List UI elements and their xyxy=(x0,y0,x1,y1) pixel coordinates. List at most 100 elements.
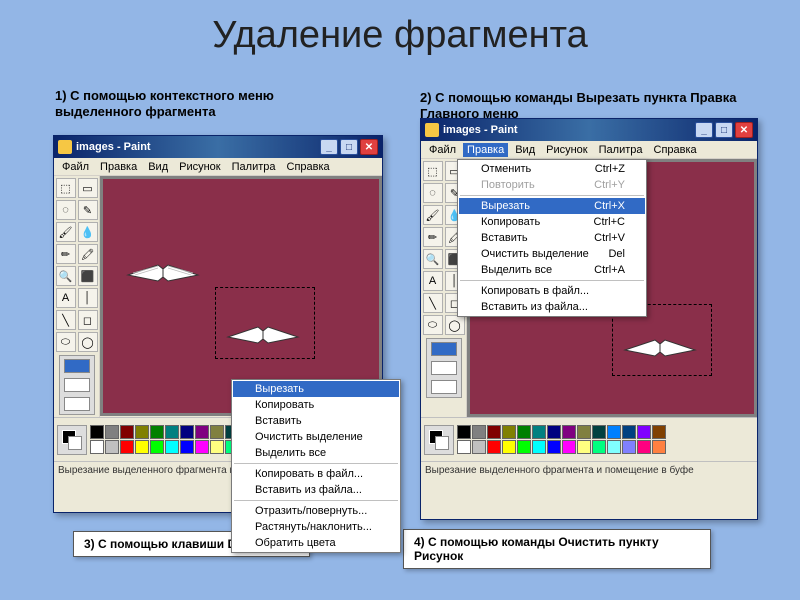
color-swatch[interactable] xyxy=(150,440,164,454)
menu-item[interactable]: Отразить/повернуть... xyxy=(233,503,399,519)
color-swatch[interactable] xyxy=(517,440,531,454)
tool-button[interactable]: ◯ xyxy=(445,315,465,335)
canvas[interactable]: ВырезатьКопироватьВставитьОчистить выдел… xyxy=(103,179,379,413)
menu-item[interactable]: Вставить xyxy=(233,413,399,429)
titlebar[interactable]: images - Paint _ □ ✕ xyxy=(54,136,382,158)
menu-file[interactable]: Файл xyxy=(58,160,93,174)
color-swatch[interactable] xyxy=(517,425,531,439)
color-swatch[interactable] xyxy=(562,440,576,454)
color-swatch[interactable] xyxy=(592,425,606,439)
tool-button[interactable]: ⬭ xyxy=(423,315,443,335)
color-swatch[interactable] xyxy=(652,425,666,439)
tool-button[interactable]: 🔍 xyxy=(423,249,443,269)
color-swatch[interactable] xyxy=(120,425,134,439)
maximize-button[interactable]: □ xyxy=(340,139,358,155)
color-swatch[interactable] xyxy=(487,440,501,454)
close-button[interactable]: ✕ xyxy=(735,122,753,138)
color-swatch[interactable] xyxy=(135,440,149,454)
color-swatch[interactable] xyxy=(457,440,471,454)
menu-image[interactable]: Рисунок xyxy=(175,160,225,174)
color-swatch[interactable] xyxy=(180,425,194,439)
tool-button[interactable]: ◻ xyxy=(78,310,98,330)
menu-item[interactable]: КопироватьCtrl+C xyxy=(459,214,645,230)
color-swatch[interactable] xyxy=(210,425,224,439)
menu-item[interactable]: Копировать в файл... xyxy=(233,466,399,482)
tool-button[interactable]: ◌ xyxy=(423,183,443,203)
menu-item[interactable]: Очистить выделениеDel xyxy=(459,246,645,262)
color-swatch[interactable] xyxy=(135,425,149,439)
menu-item[interactable]: Вставить из файла... xyxy=(233,482,399,498)
color-swatch[interactable] xyxy=(195,425,209,439)
color-swatch[interactable] xyxy=(547,440,561,454)
color-swatch[interactable] xyxy=(457,425,471,439)
fg-bg-selector[interactable] xyxy=(57,425,87,455)
menu-help[interactable]: Справка xyxy=(650,143,701,157)
color-swatch[interactable] xyxy=(607,440,621,454)
color-swatch[interactable] xyxy=(547,425,561,439)
color-swatch[interactable] xyxy=(637,440,651,454)
tool-button[interactable]: ▭ xyxy=(78,178,98,198)
minimize-button[interactable]: _ xyxy=(320,139,338,155)
tool-options[interactable] xyxy=(59,355,95,415)
menu-item[interactable]: Выделить всеCtrl+A xyxy=(459,262,645,278)
tool-button[interactable]: │ xyxy=(78,288,98,308)
tool-button[interactable]: ✏ xyxy=(423,227,443,247)
menu-item[interactable]: ВырезатьCtrl+X xyxy=(459,198,645,214)
menu-view[interactable]: Вид xyxy=(144,160,172,174)
tool-button[interactable]: ✏ xyxy=(56,244,76,264)
tool-button[interactable]: ⬚ xyxy=(56,178,76,198)
close-button[interactable]: ✕ xyxy=(360,139,378,155)
color-swatch[interactable] xyxy=(472,440,486,454)
color-swatch[interactable] xyxy=(622,425,636,439)
menu-item[interactable]: ОтменитьCtrl+Z xyxy=(459,161,645,177)
color-swatch[interactable] xyxy=(502,440,516,454)
tool-button[interactable]: ⬭ xyxy=(56,332,76,352)
tool-button[interactable]: 🖌 xyxy=(423,205,443,225)
color-swatch[interactable] xyxy=(592,440,606,454)
menu-file[interactable]: Файл xyxy=(425,143,460,157)
color-swatch[interactable] xyxy=(90,440,104,454)
color-swatch[interactable] xyxy=(195,440,209,454)
color-swatch[interactable] xyxy=(562,425,576,439)
tool-button[interactable]: ✎ xyxy=(78,200,98,220)
tool-button[interactable]: 🖌 xyxy=(56,222,76,242)
maximize-button[interactable]: □ xyxy=(715,122,733,138)
color-swatch[interactable] xyxy=(105,440,119,454)
tool-button[interactable]: ⬛ xyxy=(78,266,98,286)
menu-edit[interactable]: Правка xyxy=(96,160,141,174)
color-swatch[interactable] xyxy=(532,425,546,439)
tool-button[interactable]: ◌ xyxy=(56,200,76,220)
menu-item[interactable]: Выделить все xyxy=(233,445,399,461)
menu-item[interactable]: Копировать в файл... xyxy=(459,283,645,299)
tool-button[interactable]: 🔍 xyxy=(56,266,76,286)
menu-help[interactable]: Справка xyxy=(283,160,334,174)
menu-item[interactable]: Вставить из файла... xyxy=(459,299,645,315)
tool-button[interactable]: ◯ xyxy=(78,332,98,352)
menu-item[interactable]: Вырезать xyxy=(233,381,399,397)
color-swatch[interactable] xyxy=(652,440,666,454)
color-swatch[interactable] xyxy=(180,440,194,454)
menu-edit[interactable]: Правка xyxy=(463,143,508,157)
menu-item[interactable]: Растянуть/наклонить... xyxy=(233,519,399,535)
fg-bg-selector[interactable] xyxy=(424,425,454,455)
color-swatch[interactable] xyxy=(622,440,636,454)
color-swatch[interactable] xyxy=(502,425,516,439)
tool-button[interactable]: 🖍 xyxy=(78,244,98,264)
menu-item[interactable]: ВставитьCtrl+V xyxy=(459,230,645,246)
color-swatch[interactable] xyxy=(210,440,224,454)
color-swatch[interactable] xyxy=(607,425,621,439)
menu-view[interactable]: Вид xyxy=(511,143,539,157)
color-swatch[interactable] xyxy=(90,425,104,439)
menu-item[interactable]: Обратить цвета xyxy=(233,535,399,551)
color-swatch[interactable] xyxy=(150,425,164,439)
menu-palette[interactable]: Палитра xyxy=(595,143,647,157)
canvas-area[interactable]: ВырезатьКопироватьВставитьОчистить выдел… xyxy=(100,176,382,416)
color-swatch[interactable] xyxy=(577,440,591,454)
menu-item[interactable]: Копировать xyxy=(233,397,399,413)
color-swatch[interactable] xyxy=(532,440,546,454)
tool-button[interactable]: ⬚ xyxy=(423,161,443,181)
tool-button[interactable]: A xyxy=(423,271,443,291)
color-swatch[interactable] xyxy=(487,425,501,439)
color-swatch[interactable] xyxy=(472,425,486,439)
color-swatch[interactable] xyxy=(165,425,179,439)
